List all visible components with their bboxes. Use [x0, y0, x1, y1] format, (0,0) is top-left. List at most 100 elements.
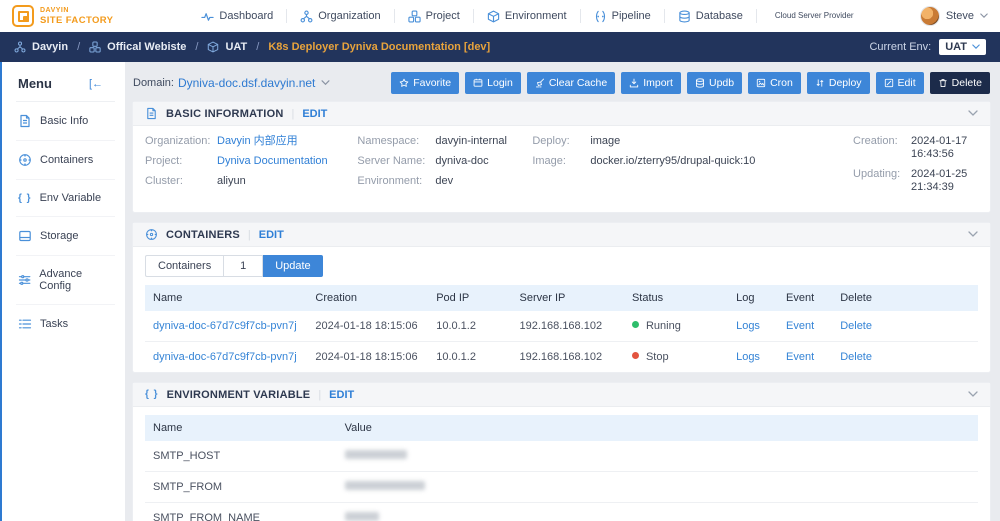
event-link[interactable]: Event	[786, 320, 814, 332]
col-header-status: Status	[624, 285, 728, 311]
event-link[interactable]: Event	[786, 351, 814, 363]
pod-ip-cell: 10.0.1.2	[428, 311, 511, 342]
col-header-value: Value	[337, 415, 978, 441]
env-vars-table: Name Value SMTP_HOST SMTP_FROM	[145, 415, 978, 521]
creation-value: 2024-01-17 16:43:56	[911, 135, 978, 161]
delete-pod-link[interactable]: Delete	[840, 351, 872, 363]
sidebar-item-tasks[interactable]: Tasks	[16, 305, 115, 343]
user-menu[interactable]: Steve	[920, 6, 988, 26]
nav-item-environment[interactable]: Environment	[474, 10, 580, 23]
delete-pod-link[interactable]: Delete	[840, 320, 872, 332]
logs-link[interactable]: Logs	[736, 351, 760, 363]
env-select[interactable]: UAT	[939, 39, 986, 55]
table-header-row: Name Value	[145, 415, 978, 441]
clean-icon	[535, 78, 545, 88]
field-label: Image:	[532, 155, 590, 168]
env-var-name: SMTP_FROM	[145, 472, 337, 503]
chevron-down-icon[interactable]	[321, 80, 330, 86]
user-name: Steve	[946, 10, 974, 22]
breadcrumb-item-offical-webiste[interactable]: Offical Webiste	[89, 41, 186, 53]
containers-section: CONTAINERS | EDIT Containers Update Name	[133, 223, 990, 372]
breadcrumb-separator: /	[77, 41, 80, 53]
delete-button[interactable]: Delete	[930, 72, 990, 94]
brand-logo[interactable]: DAVYIN SITE FACTORY	[12, 5, 113, 27]
import-button[interactable]: Import	[621, 72, 681, 94]
containers-count-input[interactable]	[223, 255, 263, 277]
boxes-icon	[89, 41, 101, 53]
nav-item-project[interactable]: Project	[395, 10, 473, 23]
col-header-pod-ip: Pod IP	[428, 285, 511, 311]
sidebar-item-storage[interactable]: Storage	[16, 217, 115, 256]
status-badge: Runing	[646, 320, 681, 332]
redacted-value	[345, 450, 407, 459]
app-window: DAVYIN SITE FACTORY Dashboard Organizati…	[0, 0, 1000, 521]
brand-logo-icon	[12, 5, 34, 27]
sidebar-item-advance-config[interactable]: Advance Config	[16, 256, 115, 305]
sidebar-item-env-variable[interactable]: { } Env Variable	[16, 180, 115, 217]
field-label: Project:	[145, 155, 217, 168]
image-value: docker.io/zterry95/drupal-quick:10	[590, 155, 755, 168]
deploy-icon	[815, 78, 825, 88]
pod-name-link[interactable]: dyniva-doc-67d7c9f7cb-pvn7j	[153, 320, 297, 332]
update-button[interactable]: Update	[263, 255, 322, 277]
cron-button[interactable]: Cron	[748, 72, 801, 94]
redacted-value	[345, 512, 379, 521]
collapse-section-icon[interactable]	[968, 110, 978, 117]
clear-cache-button[interactable]: Clear Cache	[527, 72, 615, 94]
braces-icon: { }	[145, 389, 159, 400]
favorite-button[interactable]: Favorite	[391, 72, 459, 94]
section-title: BASIC INFORMATION	[166, 108, 283, 120]
status-dot	[632, 321, 639, 328]
breadcrumb-current-page: K8s Deployer Dyniva Documentation [dev]	[268, 41, 490, 53]
kubernetes-icon	[145, 228, 158, 241]
edit-containers-link[interactable]: EDIT	[259, 229, 284, 241]
organization-link[interactable]: Davyin 内部应用	[217, 135, 298, 148]
current-env-label: Current Env:	[869, 41, 931, 53]
pod-name-link[interactable]: dyniva-doc-67d7c9f7cb-pvn7j	[153, 351, 297, 363]
edit-button[interactable]: Edit	[876, 72, 924, 94]
nav-item-dashboard[interactable]: Dashboard	[188, 10, 286, 23]
collapse-section-icon[interactable]	[968, 231, 978, 238]
action-buttons: Favorite Login Clear Cache Import	[391, 72, 990, 94]
nav-item-pipeline[interactable]: Pipeline	[581, 10, 664, 23]
col-header-name: Name	[145, 285, 307, 311]
logs-link[interactable]: Logs	[736, 320, 760, 332]
login-button[interactable]: Login	[465, 72, 521, 94]
containers-count-control: Containers Update	[145, 255, 978, 277]
breadcrumb-item-davyin[interactable]: Davyin	[14, 41, 68, 53]
chevron-down-icon	[980, 13, 988, 19]
updb-button[interactable]: Updb	[687, 72, 742, 94]
field-label: Cluster:	[145, 175, 217, 188]
tasks-icon	[18, 317, 32, 331]
sidebar-item-containers[interactable]: Containers	[16, 141, 115, 180]
nav-item-cloud-server-provider[interactable]: Cloud Server Provider	[757, 9, 837, 23]
basic-information-section: BASIC INFORMATION | EDIT Organization:Da…	[133, 102, 990, 212]
pulse-icon	[201, 10, 214, 23]
sidebar-collapse-icon[interactable]: [←	[89, 78, 103, 90]
nav-item-organization[interactable]: Organization	[287, 10, 393, 23]
sliders-icon	[18, 273, 31, 287]
cron-icon	[756, 78, 766, 88]
nav-item-database[interactable]: Database	[665, 10, 756, 23]
divider: |	[318, 389, 321, 401]
cube-icon	[487, 10, 500, 23]
deploy-button[interactable]: Deploy	[807, 72, 870, 94]
field-label: Environment:	[357, 175, 435, 188]
breadcrumb-separator: /	[256, 41, 259, 53]
kubernetes-icon	[18, 153, 32, 167]
containers-count-label: Containers	[145, 255, 223, 277]
edit-basic-info-link[interactable]: EDIT	[302, 108, 327, 120]
creation-cell: 2024-01-18 18:15:06	[307, 311, 428, 342]
database-icon	[695, 78, 705, 88]
collapse-section-icon[interactable]	[968, 391, 978, 398]
field-label: Deploy:	[532, 135, 590, 148]
breadcrumb-item-uat[interactable]: UAT	[207, 41, 247, 53]
project-link[interactable]: Dyniva Documentation	[217, 155, 328, 168]
edit-env-vars-link[interactable]: EDIT	[329, 389, 354, 401]
redacted-value	[345, 481, 425, 490]
edit-icon	[884, 78, 894, 88]
field-label: Organization:	[145, 135, 217, 148]
domain-link[interactable]: Dyniva-doc.dsf.davyin.net	[178, 76, 315, 90]
cluster-value: aliyun	[217, 175, 246, 188]
sidebar-item-basic-info[interactable]: Basic Info	[16, 102, 115, 141]
